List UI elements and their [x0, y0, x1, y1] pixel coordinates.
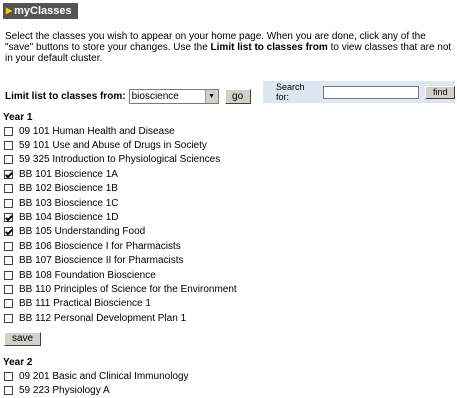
class-checkbox[interactable]: [4, 227, 13, 237]
class-label: BB 103 Bioscience 1C: [19, 197, 119, 209]
class-checkbox[interactable]: [4, 386, 13, 396]
page-title: myClasses: [14, 5, 72, 17]
class-checkbox[interactable]: [4, 198, 13, 208]
class-label: 09 201 Basic and Clinical Immunology: [19, 370, 189, 382]
class-item[interactable]: 09 101 Human Health and Disease: [4, 124, 237, 138]
class-label: BB 110 Principles of Science for the Env…: [19, 283, 237, 295]
class-label: BB 102 Bioscience 1B: [19, 183, 118, 195]
class-item[interactable]: BB 107 Bioscience II for Pharmacists: [4, 254, 237, 268]
class-label: 59 223 Physiology A: [19, 385, 110, 397]
class-item[interactable]: BB 104 Bioscience 1D: [4, 210, 237, 224]
cluster-select[interactable]: bioscience ▼: [128, 88, 219, 104]
class-checkbox[interactable]: [4, 256, 13, 266]
dropdown-arrow-icon[interactable]: ▼: [204, 89, 218, 103]
class-item[interactable]: BB 105 Understanding Food: [4, 225, 237, 239]
myclasses-title-bar: ▶ myClasses: [3, 3, 78, 19]
class-label: BB 104 Bioscience 1D: [19, 212, 119, 224]
class-checkbox[interactable]: [4, 169, 13, 179]
class-label: BB 108 Foundation Bioscience: [19, 269, 156, 281]
class-label: 09 101 Human Health and Disease: [19, 125, 175, 137]
class-item[interactable]: BB 102 Bioscience 1B: [4, 182, 237, 196]
class-checkbox[interactable]: [4, 184, 13, 194]
class-checkbox[interactable]: [4, 155, 13, 165]
class-item[interactable]: 59 325 Introduction to Physiological Sci…: [4, 153, 237, 167]
class-checkbox[interactable]: [4, 371, 13, 381]
class-checkbox[interactable]: [4, 299, 13, 309]
class-checkbox[interactable]: [4, 270, 13, 280]
class-item[interactable]: BB 103 Bioscience 1C: [4, 196, 237, 210]
class-item[interactable]: BB 101 Bioscience 1A: [4, 167, 237, 181]
class-item[interactable]: BB 111 Practical Bioscience 1: [4, 297, 237, 311]
go-button[interactable]: go: [224, 88, 251, 104]
class-checkbox[interactable]: [4, 313, 13, 323]
cluster-select-value: bioscience: [131, 90, 179, 102]
class-item[interactable]: BB 110 Principles of Science for the Env…: [4, 282, 237, 296]
class-label: BB 111 Practical Bioscience 1: [19, 298, 151, 310]
year-1-heading: Year 1: [3, 112, 33, 123]
class-label: BB 106 Bioscience I for Pharmacists: [19, 240, 181, 252]
class-item[interactable]: 59 101 Use and Abuse of Drugs in Society: [4, 138, 237, 152]
limit-filter-row: Limit list to classes from: bioscience ▼…: [5, 87, 251, 105]
triangle-right-icon: ▶: [6, 6, 13, 15]
year-1-class-list: 09 101 Human Health and Disease 59 101 U…: [4, 124, 237, 325]
class-item[interactable]: BB 108 Foundation Bioscience: [4, 268, 237, 282]
class-checkbox[interactable]: [4, 141, 13, 151]
class-label: BB 105 Understanding Food: [19, 226, 146, 238]
class-label: BB 112 Personal Development Plan 1: [19, 312, 187, 324]
class-label: BB 107 Bioscience II for Pharmacists: [19, 255, 184, 267]
class-item[interactable]: BB 112 Personal Development Plan 1: [4, 311, 237, 325]
class-label: BB 101 Bioscience 1A: [19, 168, 118, 180]
class-label: 59 325 Introduction to Physiological Sci…: [19, 154, 221, 166]
find-button[interactable]: find: [425, 85, 455, 99]
class-checkbox[interactable]: [4, 213, 13, 223]
class-item[interactable]: 09 201 Basic and Clinical Immunology: [4, 369, 189, 383]
class-label: 59 101 Use and Abuse of Drugs in Society: [19, 140, 207, 152]
intro-text: Select the classes you wish to appear on…: [5, 31, 453, 64]
year-2-class-list: 09 201 Basic and Clinical Immunology 59 …: [4, 369, 189, 398]
class-checkbox[interactable]: [4, 241, 13, 251]
save-button[interactable]: save: [4, 332, 41, 346]
limit-list-label: Limit list to classes from:: [5, 90, 126, 102]
class-checkbox[interactable]: [4, 126, 13, 136]
class-item[interactable]: BB 106 Bioscience I for Pharmacists: [4, 239, 237, 253]
class-checkbox[interactable]: [4, 284, 13, 294]
class-item[interactable]: 59 223 Physiology A: [4, 383, 189, 397]
year-2-heading: Year 2: [3, 357, 33, 368]
search-label: Search for:: [276, 82, 305, 102]
search-panel: Search for: find: [263, 81, 455, 103]
search-input[interactable]: [323, 85, 420, 99]
intro-text-bold: Limit list to classes from: [210, 42, 328, 53]
